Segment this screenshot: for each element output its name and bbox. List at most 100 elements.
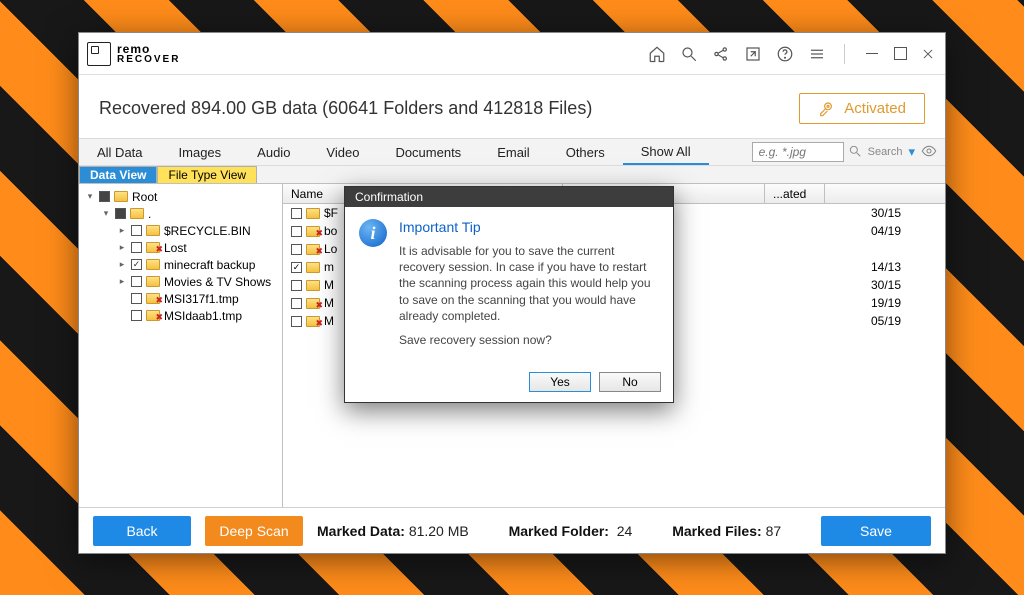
folder-deleted-icon (146, 242, 160, 253)
checkbox[interactable] (131, 276, 142, 287)
marked-files: Marked Files: 87 (672, 523, 781, 539)
expand-icon[interactable]: ▸ (117, 242, 127, 253)
dialog-body: i Important Tip It is advisable for you … (345, 207, 673, 366)
checkbox[interactable] (291, 208, 302, 219)
menu-icon[interactable] (808, 45, 826, 63)
tree-item[interactable]: MSI317f1.tmp (81, 290, 280, 307)
filter-all-data[interactable]: All Data (79, 139, 161, 165)
logo-line2: RECOVER (117, 55, 180, 65)
checkbox[interactable] (291, 244, 302, 255)
dropdown-icon[interactable]: ▾ (908, 144, 915, 160)
tab-file-type-view[interactable]: File Type View (157, 166, 257, 183)
tree-item[interactable]: MSIdaab1.tmp (81, 307, 280, 324)
expand-icon[interactable]: ▾ (101, 208, 111, 219)
column-extra (825, 184, 945, 203)
marked-files-label: Marked Files: (672, 523, 761, 539)
tree-item-label: Movies & TV Shows (164, 275, 271, 289)
filter-audio[interactable]: Audio (239, 139, 308, 165)
tree-item[interactable]: ▾ Root (81, 188, 280, 205)
checkbox[interactable] (131, 242, 142, 253)
back-button[interactable]: Back (93, 516, 191, 546)
file-date: 05/19 (871, 314, 937, 328)
column-date[interactable]: ...ated (765, 184, 825, 203)
file-date: 30/15 (871, 278, 937, 292)
folder-deleted-icon (146, 310, 160, 321)
checkbox[interactable] (291, 316, 302, 327)
window-close[interactable] (919, 45, 937, 63)
filter-documents[interactable]: Documents (377, 139, 479, 165)
expand-icon[interactable]: ▾ (85, 191, 95, 202)
expand-icon[interactable]: ▸ (117, 225, 127, 236)
file-name: Lo (324, 242, 337, 256)
tree-item-label: Lost (164, 241, 187, 255)
checkbox[interactable]: ✓ (291, 262, 302, 273)
dialog-title: Confirmation (345, 187, 673, 207)
folder-icon (114, 191, 128, 202)
eye-icon[interactable] (921, 143, 937, 162)
tree-item[interactable]: ▸ Movies & TV Shows (81, 273, 280, 290)
window-maximize[interactable] (891, 45, 909, 63)
filter-video[interactable]: Video (308, 139, 377, 165)
marked-files-value: 87 (766, 523, 782, 539)
checkbox[interactable] (131, 293, 142, 304)
tree-pane: ▾Root▾.▸$RECYCLE.BIN▸Lost▸✓minecraft bac… (79, 184, 283, 507)
filter-images[interactable]: Images (161, 139, 240, 165)
view-tabs: Data View File Type View (79, 166, 945, 184)
checkbox[interactable] (291, 226, 302, 237)
activated-button[interactable]: Activated (799, 93, 925, 124)
dialog-yes-button[interactable]: Yes (529, 372, 591, 392)
help-icon[interactable] (776, 45, 794, 63)
file-date: 19/19 (871, 296, 937, 310)
checkbox[interactable] (291, 280, 302, 291)
dialog-buttons: Yes No (345, 366, 673, 402)
checkbox[interactable] (291, 298, 302, 309)
separator (844, 44, 845, 64)
folder-icon (146, 276, 160, 287)
checkbox[interactable] (115, 208, 126, 219)
confirmation-dialog: Confirmation i Important Tip It is advis… (344, 186, 674, 403)
share-icon[interactable] (712, 45, 730, 63)
window-controls (863, 45, 937, 63)
file-date: 04/19 (871, 224, 937, 238)
tree-item[interactable]: ▸ $RECYCLE.BIN (81, 222, 280, 239)
tree-item-label: Root (132, 190, 157, 204)
checkbox[interactable] (99, 191, 110, 202)
app-logo: remo RECOVER (87, 42, 648, 66)
checkbox[interactable] (131, 225, 142, 236)
logo-text: remo RECOVER (117, 43, 180, 65)
save-button[interactable]: Save (821, 516, 931, 546)
bottom-bar: Back Deep Scan Marked Data: 81.20 MB Mar… (79, 507, 945, 553)
search-icon[interactable] (680, 45, 698, 63)
dialog-no-button[interactable]: No (599, 372, 661, 392)
tree-item[interactable]: ▸✓minecraft backup (81, 256, 280, 273)
file-name: M (324, 296, 334, 310)
tree-item[interactable]: ▸ Lost (81, 239, 280, 256)
deep-scan-button[interactable]: Deep Scan (205, 516, 303, 546)
tree-item-label: $RECYCLE.BIN (164, 224, 251, 238)
tree-item-label: MSIdaab1.tmp (164, 309, 242, 323)
dialog-question: Save recovery session now? (399, 332, 659, 348)
export-icon[interactable] (744, 45, 762, 63)
folder-icon (306, 280, 320, 291)
search-input[interactable] (753, 145, 843, 159)
filter-others[interactable]: Others (548, 139, 623, 165)
expand-icon[interactable]: ▸ (117, 259, 127, 270)
checkbox[interactable] (131, 310, 142, 321)
folder-icon (146, 259, 160, 270)
tree-item[interactable]: ▾. (81, 205, 280, 222)
home-icon[interactable] (648, 45, 666, 63)
search-submit-icon[interactable] (848, 144, 862, 161)
filter-email[interactable]: Email (479, 139, 548, 165)
filter-show-all[interactable]: Show All (623, 139, 709, 165)
file-name: M (324, 314, 334, 328)
search-label: Search (868, 146, 903, 158)
checkbox[interactable]: ✓ (131, 259, 142, 270)
file-name: bo (324, 224, 337, 238)
tab-data-view[interactable]: Data View (79, 166, 157, 183)
expand-icon[interactable]: ▸ (117, 276, 127, 287)
recovery-summary: Recovered 894.00 GB data (60641 Folders … (99, 98, 592, 119)
file-date: 14/13 (871, 260, 937, 274)
window-minimize[interactable] (863, 45, 881, 63)
info-icon: i (359, 219, 387, 247)
marked-data: Marked Data: 81.20 MB (317, 523, 469, 539)
